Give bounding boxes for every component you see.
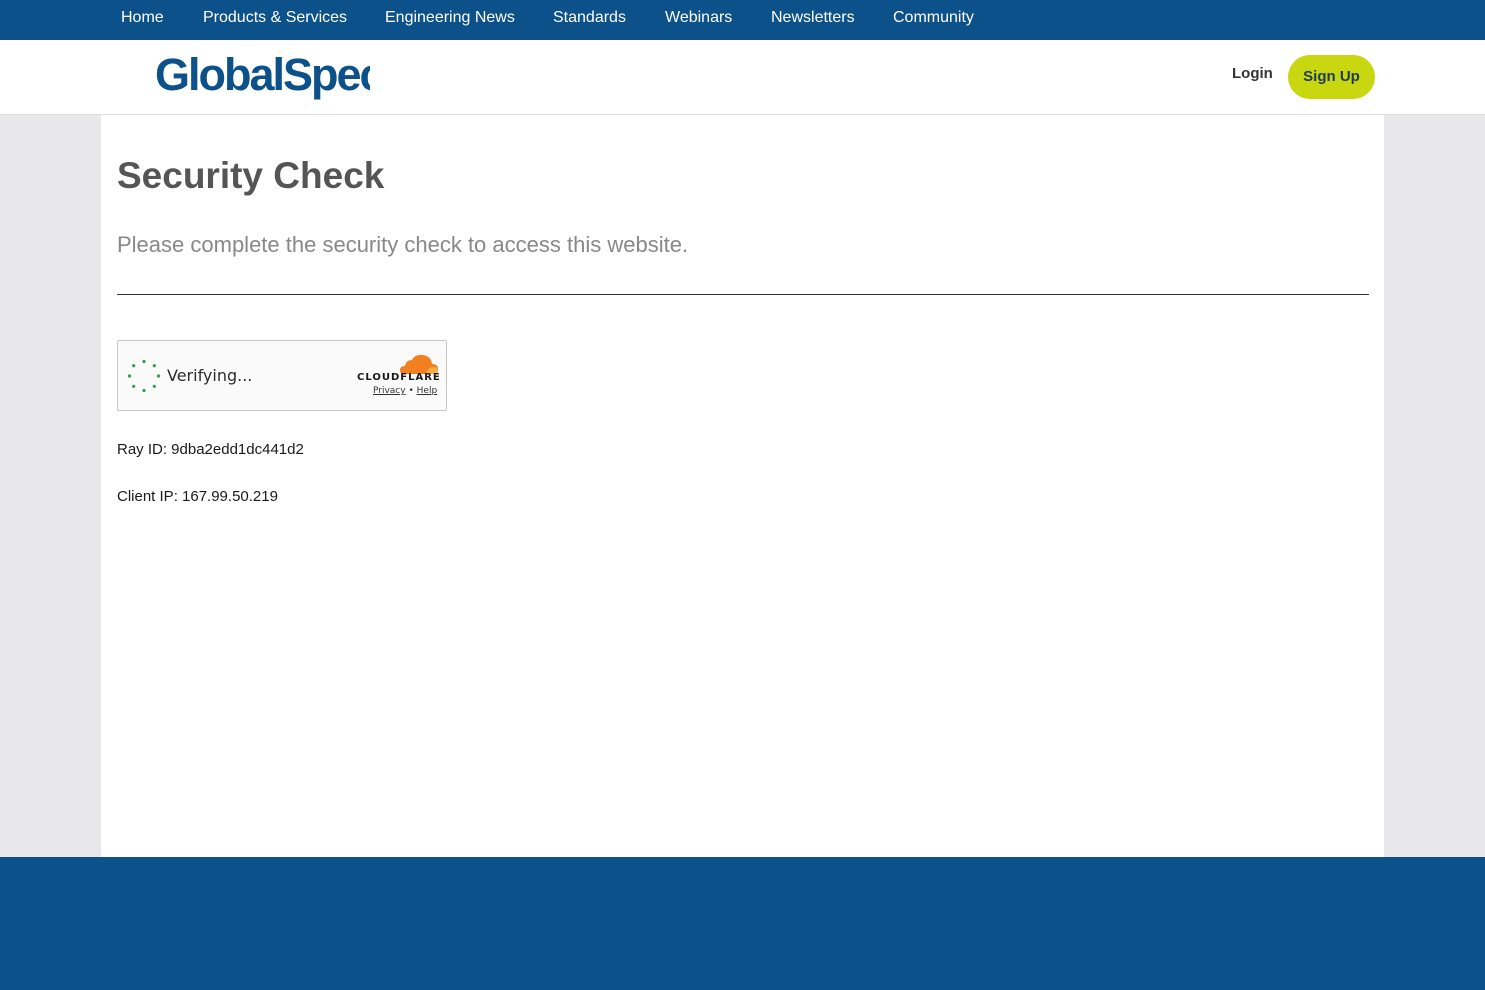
loading-spinner-icon xyxy=(127,359,161,393)
globalspec-logo-wordmark: GlobalSpec xyxy=(155,49,386,100)
privacy-link[interactable]: Privacy xyxy=(373,386,406,396)
top-navigation-bar: Home Products & Services Engineering New… xyxy=(0,0,1485,40)
site-header: GlobalSpec Login Sign Up xyxy=(0,40,1485,115)
divider xyxy=(117,294,1369,295)
help-link[interactable]: Help xyxy=(417,386,438,396)
nav-products-services-link[interactable]: Products & Services xyxy=(203,0,347,36)
nav-engineering-news-link[interactable]: Engineering News xyxy=(385,0,515,36)
page-subtitle: Please complete the security check to ac… xyxy=(117,232,689,257)
ray-id-text: Ray ID: 9dba2edd1dc441d2 xyxy=(117,441,304,458)
nav-home-link[interactable]: Home xyxy=(121,0,164,36)
cloudflare-footer-links: Privacy • Help xyxy=(373,386,437,396)
sign-up-button[interactable]: Sign Up xyxy=(1288,55,1375,99)
verifying-status-text: Verifying... xyxy=(167,366,253,385)
client-ip-text: Client IP: 167.99.50.219 xyxy=(117,488,278,505)
page-title: Security Check xyxy=(117,155,385,196)
nav-newsletters-link[interactable]: Newsletters xyxy=(771,0,855,36)
cloudflare-wordmark: CLOUDFLARE xyxy=(357,372,441,383)
globalspec-logo[interactable]: GlobalSpec xyxy=(155,48,386,104)
logo-text: GlobalSpec xyxy=(155,49,370,100)
site-footer xyxy=(0,857,1485,990)
nav-community-link[interactable]: Community xyxy=(893,0,974,36)
login-link[interactable]: Login xyxy=(1232,65,1273,82)
nav-webinars-link[interactable]: Webinars xyxy=(665,0,732,36)
link-separator: • xyxy=(408,386,414,396)
cloudflare-turnstile-widget[interactable]: Verifying... CLOUDFLARE Privacy • Help xyxy=(117,340,447,411)
main-content: Security Check Please complete the secur… xyxy=(101,115,1384,857)
nav-standards-link[interactable]: Standards xyxy=(553,0,626,36)
